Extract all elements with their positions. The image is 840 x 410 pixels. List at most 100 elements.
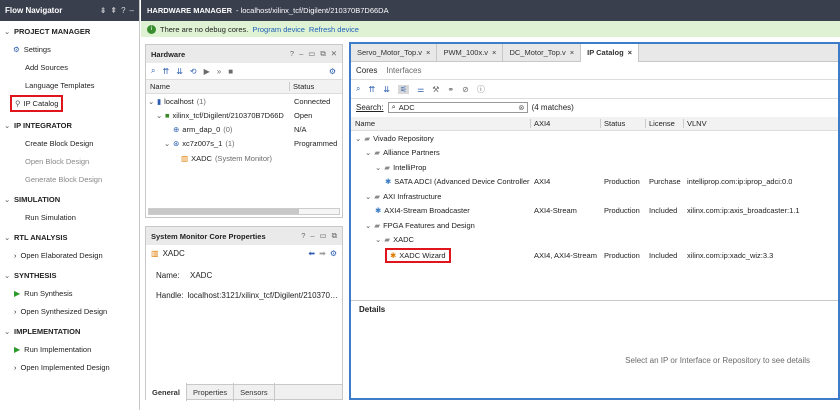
folder-row[interactable]: ⌄ ▰ XADC bbox=[351, 233, 838, 248]
chevron-down-icon[interactable]: ⌄ bbox=[4, 121, 14, 130]
nav-run-simulation[interactable]: Run Simulation bbox=[0, 208, 139, 226]
block-icon[interactable]: ⊘ bbox=[462, 85, 469, 94]
gear-icon[interactable]: ⚙ bbox=[330, 249, 337, 258]
filter-icon[interactable]: ⚟ bbox=[397, 84, 410, 94]
fast-forward-icon[interactable]: » bbox=[217, 67, 221, 76]
nav-open-block-design[interactable]: Open Block Design bbox=[0, 152, 139, 170]
help-icon[interactable]: ? bbox=[121, 6, 125, 15]
auto-connect-icon[interactable]: ⟲ bbox=[190, 67, 197, 76]
chevron-right-icon[interactable]: › bbox=[14, 251, 17, 260]
close-icon[interactable]: × bbox=[570, 48, 574, 57]
chevron-down-icon[interactable]: ⌄ bbox=[4, 271, 14, 280]
nav-open-synthesized-design[interactable]: › Open Synthesized Design bbox=[0, 302, 139, 320]
ip-row[interactable]: ✱ SATA ADCI (Advanced Device Controller I… bbox=[351, 175, 838, 190]
hardware-tree-row[interactable]: ⌄ ■ xilinx_tcf/Digilent/210370B7D66D Open bbox=[146, 108, 342, 122]
nav-ip-catalog[interactable]: ⚲ IP Catalog bbox=[0, 94, 139, 112]
search-input[interactable]: ⌕ ADC ⊗ bbox=[387, 101, 528, 113]
close-icon[interactable]: × bbox=[492, 48, 496, 57]
chevron-down-icon[interactable]: ⌄ bbox=[156, 111, 162, 120]
maximize-icon[interactable]: ⧉ bbox=[320, 49, 325, 59]
gear-icon[interactable]: ⚙ bbox=[329, 67, 336, 76]
wrench-icon[interactable]: ⚒ bbox=[432, 85, 439, 94]
info-icon[interactable]: ⓘ bbox=[477, 84, 485, 95]
hardware-tree-row[interactable]: ⌄ ⊛ xc7z007s_1 (1) Programmed bbox=[146, 136, 342, 150]
hardware-tree-row[interactable]: ⊕ arm_dap_0 (0) N/A bbox=[146, 122, 342, 136]
chevron-down-icon[interactable]: ⌄ bbox=[365, 148, 371, 157]
nav-open-implemented-design[interactable]: › Open Implemented Design bbox=[0, 358, 139, 376]
subtab-cores[interactable]: Cores bbox=[356, 66, 377, 75]
tab-general[interactable]: General bbox=[146, 383, 187, 401]
chevron-down-icon[interactable]: ⌄ bbox=[164, 139, 170, 148]
minimize-icon[interactable]: – bbox=[310, 231, 314, 241]
close-icon[interactable]: ✕ bbox=[331, 49, 337, 59]
folder-row[interactable]: ⌄ ▰ AXI Infrastructure bbox=[351, 189, 838, 204]
chevron-right-icon[interactable]: › bbox=[14, 307, 17, 316]
chevron-down-icon[interactable]: ⌄ bbox=[4, 195, 14, 204]
folder-row[interactable]: ⌄ ▰ Alliance Partners bbox=[351, 146, 838, 161]
search-icon[interactable]: ⌕ bbox=[151, 66, 155, 76]
tab-dc-motor-top[interactable]: DC_Motor_Top.v × bbox=[503, 43, 582, 62]
chevron-down-icon[interactable]: ⌄ bbox=[4, 327, 14, 336]
tab-pwm-100x[interactable]: PWM_100x.v × bbox=[437, 43, 504, 62]
chevron-down-icon[interactable]: ⌄ bbox=[375, 163, 381, 172]
restore-icon[interactable]: ▭ bbox=[320, 231, 327, 241]
nav-run-synthesis[interactable]: ▶ Run Synthesis bbox=[0, 284, 139, 302]
help-icon[interactable]: ? bbox=[290, 49, 294, 59]
nav-open-elaborated-design[interactable]: › Open Elaborated Design bbox=[0, 246, 139, 264]
nav-settings[interactable]: ⚙ Settings bbox=[0, 40, 139, 58]
restore-icon[interactable]: ▭ bbox=[308, 49, 315, 59]
expand-all-icon[interactable]: ⇊ bbox=[176, 67, 183, 76]
collapse-all-icon[interactable]: ⇈ bbox=[162, 67, 169, 76]
tab-ip-catalog[interactable]: IP Catalog × bbox=[581, 43, 640, 62]
clear-search-icon[interactable]: ⊗ bbox=[518, 103, 524, 112]
program-device-link[interactable]: Program device bbox=[252, 25, 305, 34]
group-icon[interactable]: ⚌ bbox=[417, 85, 424, 94]
run-icon[interactable]: ▶ bbox=[204, 67, 210, 76]
forward-icon[interactable]: ➡ bbox=[319, 249, 326, 258]
tab-properties[interactable]: Properties bbox=[187, 383, 235, 401]
chevron-down-icon[interactable]: ⌄ bbox=[375, 235, 381, 244]
expand-all-icon[interactable]: ⇊ bbox=[383, 85, 390, 94]
section-project-manager[interactable]: ⌄ PROJECT MANAGER bbox=[0, 23, 139, 40]
link-icon[interactable]: ⚭ bbox=[447, 85, 454, 94]
tab-servo-motor-top[interactable]: Servo_Motor_Top.v × bbox=[351, 43, 438, 62]
nav-add-sources[interactable]: Add Sources bbox=[0, 58, 139, 76]
chevron-down-icon[interactable]: ⌄ bbox=[4, 233, 14, 242]
chevron-down-icon[interactable]: ⌄ bbox=[148, 97, 154, 106]
ip-row[interactable]: ✱ XADC Wizard AXI4, AXI4-Stream Production I… bbox=[351, 247, 838, 264]
folder-row[interactable]: ⌄ ▰ IntelliProp bbox=[351, 160, 838, 175]
hardware-tree-row[interactable]: ▥ XADC (System Monitor) bbox=[146, 150, 342, 166]
chevron-down-icon[interactable]: ⌄ bbox=[4, 27, 14, 36]
tab-sensors[interactable]: Sensors bbox=[234, 383, 275, 401]
minimize-icon[interactable]: – bbox=[299, 49, 303, 59]
collapse-icon[interactable]: ⇟ bbox=[100, 6, 107, 15]
horizontal-scrollbar[interactable] bbox=[148, 208, 340, 215]
minimize-icon[interactable]: – bbox=[130, 6, 134, 15]
collapse-all-icon[interactable]: ⇈ bbox=[368, 85, 375, 94]
section-implementation[interactable]: ⌄ IMPLEMENTATION bbox=[0, 323, 139, 340]
stop-icon[interactable]: ■ bbox=[228, 67, 233, 76]
chevron-right-icon[interactable]: › bbox=[14, 363, 17, 372]
search-icon[interactable]: ⌕ bbox=[356, 84, 360, 94]
back-icon[interactable]: ⬅ bbox=[308, 249, 315, 258]
folder-row[interactable]: ⌄ ▰ FPGA Features and Design bbox=[351, 218, 838, 233]
section-simulation[interactable]: ⌄ SIMULATION bbox=[0, 191, 139, 208]
expand-icon[interactable]: ⇞ bbox=[110, 6, 117, 15]
section-synthesis[interactable]: ⌄ SYNTHESIS bbox=[0, 267, 139, 284]
section-rtl-analysis[interactable]: ⌄ RTL ANALYSIS bbox=[0, 229, 139, 246]
maximize-icon[interactable]: ⧉ bbox=[332, 231, 337, 241]
refresh-device-link[interactable]: Refresh device bbox=[309, 25, 359, 34]
help-icon[interactable]: ? bbox=[301, 231, 305, 241]
close-icon[interactable]: × bbox=[628, 48, 632, 57]
chevron-down-icon[interactable]: ⌄ bbox=[365, 221, 371, 230]
nav-generate-block-design[interactable]: Generate Block Design bbox=[0, 170, 139, 188]
nav-run-implementation[interactable]: ▶ Run Implementation bbox=[0, 340, 139, 358]
nav-create-block-design[interactable]: Create Block Design bbox=[0, 134, 139, 152]
nav-language-templates[interactable]: Language Templates bbox=[0, 76, 139, 94]
chevron-down-icon[interactable]: ⌄ bbox=[355, 134, 361, 143]
close-icon[interactable]: × bbox=[426, 48, 430, 57]
hardware-tree-row[interactable]: ⌄ ▮ localhost (1) Connected bbox=[146, 94, 342, 108]
chevron-down-icon[interactable]: ⌄ bbox=[365, 192, 371, 201]
folder-row[interactable]: ⌄ ▰ Vivado Repository bbox=[351, 131, 838, 146]
ip-row[interactable]: ✱ AXI4-Stream Broadcaster AXI4-Stream Produ… bbox=[351, 204, 838, 219]
